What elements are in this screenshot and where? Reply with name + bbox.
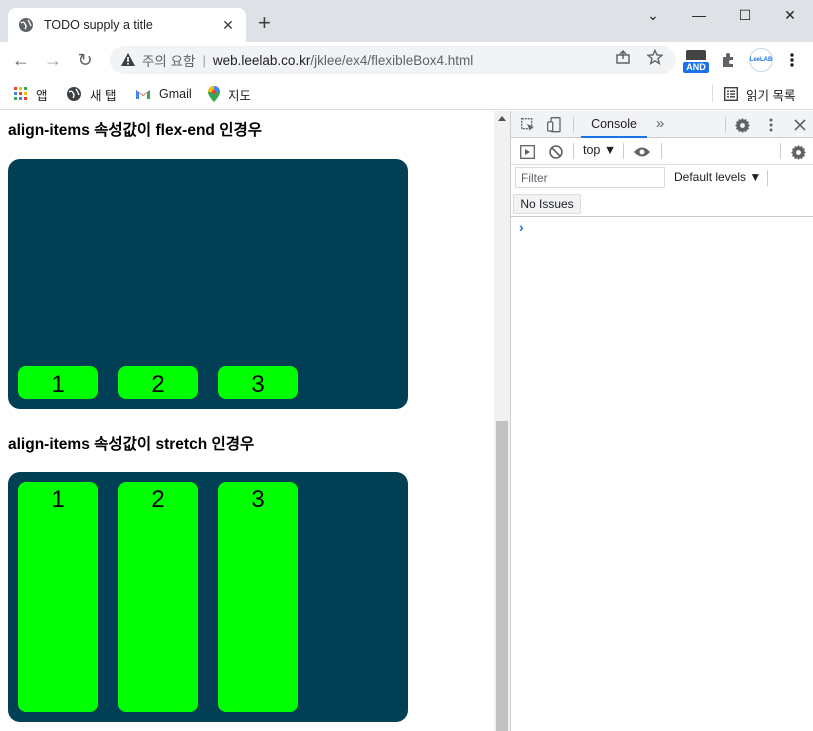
clear-console-icon[interactable]	[547, 143, 565, 161]
leelab-profile-avatar[interactable]: LeeLAB	[749, 48, 773, 72]
reading-list-button[interactable]: 읽기 목록	[724, 84, 795, 104]
new-tab-button[interactable]: +	[258, 12, 271, 34]
devtools-separator	[780, 143, 781, 159]
forward-button[interactable]: →	[41, 48, 65, 72]
warning-icon[interactable]	[120, 52, 136, 68]
flex-item: 1	[18, 482, 98, 712]
console-settings-gear-icon[interactable]	[789, 143, 807, 161]
scroll-up-arrow-icon[interactable]	[498, 116, 506, 121]
url-path: /jklee/ex4/flexibleBox4.html	[310, 52, 474, 68]
page-scrollbar[interactable]	[494, 111, 510, 731]
show-sidebar-icon[interactable]	[518, 143, 536, 161]
bookmark-label: Gmail	[159, 87, 192, 101]
flex-item: 1	[18, 366, 98, 399]
and-extension-graphic	[686, 50, 706, 60]
devtools-separator	[767, 170, 768, 186]
settings-gear-icon[interactable]	[733, 116, 751, 134]
reading-list-label: 읽기 목록	[746, 88, 796, 103]
tab-close-icon[interactable]: ✕	[220, 17, 236, 34]
bookmark-label: 새 탭	[90, 88, 117, 103]
bookmark-label: 앱	[36, 88, 48, 103]
address-bar[interactable]: 주의 요함 | web.leelab.co.kr /jklee/ex4/flex…	[110, 46, 676, 74]
console-filter-input[interactable]: Filter	[515, 167, 665, 188]
apps-grid-icon	[14, 87, 28, 101]
omnibox-separator: |	[202, 52, 206, 68]
title-bar: TODO supply a title ✕ + ⌄ — ☐ ✕	[0, 0, 813, 42]
reading-list-icon	[724, 87, 738, 101]
inspect-element-icon[interactable]	[519, 116, 537, 134]
chrome-menu-icon[interactable]	[783, 51, 801, 69]
live-expression-eye-icon[interactable]	[633, 143, 651, 161]
bookmark-gmail[interactable]: Gmail	[135, 84, 192, 104]
bookmark-label: 지도	[228, 88, 252, 103]
and-extension-label: AND	[683, 62, 709, 73]
context-selector[interactable]: top ▼	[583, 143, 616, 157]
bookmarks-bar: 앱 새 탭 Gmail 지도 읽기 목록	[0, 78, 813, 110]
globe-icon	[66, 86, 82, 102]
reload-button[interactable]: ↻	[73, 48, 97, 72]
devtools-separator	[623, 143, 624, 159]
scrollbar-thumb[interactable]	[496, 421, 508, 731]
issues-row: No Issues	[511, 191, 813, 217]
devtools-separator	[573, 117, 574, 133]
tab-console[interactable]: Console	[581, 111, 647, 138]
bookmarks-divider	[712, 84, 713, 102]
flex-item: 2	[118, 366, 198, 399]
issues-button[interactable]: No Issues	[513, 194, 581, 214]
log-levels-dropdown[interactable]: Default levels ▼	[674, 170, 761, 184]
flex-container-flex-end: 1 2 3	[8, 159, 408, 409]
and-extension-icon[interactable]: AND	[683, 50, 709, 74]
flex-item: 3	[218, 366, 298, 399]
url-host: web.leelab.co.kr	[212, 52, 311, 68]
close-window-button[interactable]: ✕	[767, 0, 813, 30]
devtools-separator	[725, 117, 726, 133]
gmail-icon	[135, 88, 151, 100]
security-status: 주의 요함	[142, 54, 196, 69]
maximize-button[interactable]: ☐	[722, 0, 768, 30]
console-toolbar: top ▼	[511, 138, 813, 165]
close-devtools-icon[interactable]	[791, 116, 809, 134]
more-tabs-icon[interactable]: »	[651, 114, 669, 132]
extensions-puzzle-icon[interactable]	[719, 51, 737, 69]
maps-pin-icon	[208, 86, 220, 102]
devtools-panel: Console » top ▼ Filter Default levels ▼ …	[510, 111, 813, 731]
page-viewport: align-items 속성값이 flex-end 인경우 1 2 3 alig…	[0, 111, 494, 731]
browser-tab[interactable]: TODO supply a title ✕	[8, 8, 246, 42]
share-icon[interactable]	[614, 48, 632, 66]
tab-title: TODO supply a title	[44, 18, 153, 32]
minimize-button[interactable]: —	[676, 0, 722, 30]
globe-icon	[18, 17, 34, 33]
bookmark-apps[interactable]: 앱	[14, 84, 48, 104]
tab-search-icon[interactable]: ⌄	[630, 0, 676, 30]
bookmark-maps[interactable]: 지도	[208, 84, 251, 104]
bookmark-star-icon[interactable]	[646, 48, 664, 66]
flex-item: 2	[118, 482, 198, 712]
devtools-tabbar: Console »	[511, 111, 813, 138]
back-button[interactable]: ←	[9, 48, 33, 72]
customize-menu-icon[interactable]	[762, 116, 780, 134]
bookmark-new-tab[interactable]: 새 탭	[66, 84, 116, 104]
browser-toolbar: ← → ↻ 주의 요함 | web.leelab.co.kr /jklee/ex…	[0, 42, 813, 78]
section2-heading: align-items 속성값이 stretch 인경우	[8, 436, 255, 453]
devtools-separator	[573, 143, 574, 159]
console-filter-row: Filter Default levels ▼	[511, 165, 813, 191]
devtools-separator	[661, 143, 662, 159]
console-prompt-icon[interactable]: ›	[519, 219, 524, 235]
section1-heading: align-items 속성값이 flex-end 인경우	[8, 122, 262, 139]
device-toolbar-icon[interactable]	[545, 116, 563, 134]
flex-item: 3	[218, 482, 298, 712]
flex-container-stretch: 1 2 3	[8, 472, 408, 722]
